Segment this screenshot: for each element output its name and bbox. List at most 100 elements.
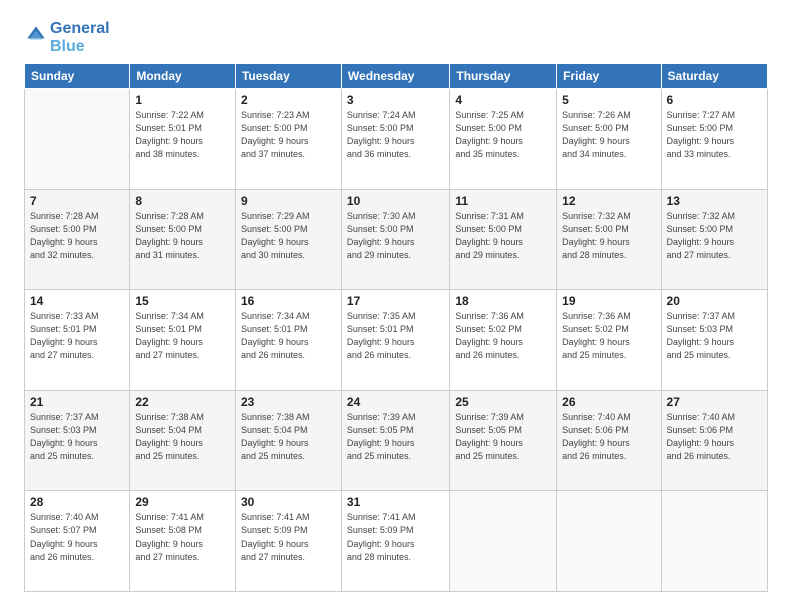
day-info: Sunrise: 7:37 AM Sunset: 5:03 PM Dayligh… xyxy=(667,310,762,362)
day-number: 6 xyxy=(667,93,762,107)
day-info: Sunrise: 7:41 AM Sunset: 5:09 PM Dayligh… xyxy=(241,511,336,563)
calendar-cell: 27Sunrise: 7:40 AM Sunset: 5:06 PM Dayli… xyxy=(661,390,767,491)
calendar-cell xyxy=(661,491,767,592)
calendar-cell: 17 Sunrise: 7:35 AM Sunset: 5:01 PM Dayli… xyxy=(341,290,449,391)
day-info: Sunrise: 7:34 AM Sunset: 5:01 PM Dayligh… xyxy=(135,310,230,362)
day-info: Sunrise: 7:29 AM Sunset: 5:00 PM Dayligh… xyxy=(241,210,336,262)
day-info: Sunrise: 7:23 AM Sunset: 5:00 PM Dayligh… xyxy=(241,109,336,161)
day-info: Sunrise: 7:39 AM Sunset: 5:05 PM Dayligh… xyxy=(347,411,444,463)
day-number: 17 xyxy=(347,294,444,308)
calendar-table: Sunday Monday Tuesday Wednesday Thursday… xyxy=(24,63,768,592)
day-number: 13 xyxy=(667,194,762,208)
calendar-cell: 13 Sunrise: 7:32 AM Sunset: 5:00 PM Dayli… xyxy=(661,189,767,290)
calendar-page: General Blue Sunday Monday Tuesday Wedne… xyxy=(0,0,792,612)
day-info: Sunrise: 7:38 AM Sunset: 5:04 PM Dayligh… xyxy=(241,411,336,463)
calendar-cell: 12 Sunrise: 7:32 AM Sunset: 5:00 PM Dayli… xyxy=(557,189,661,290)
day-info: Sunrise: 7:38 AM Sunset: 5:04 PM Dayligh… xyxy=(135,411,230,463)
week-row-3: 21 Sunrise: 7:37 AM Sunset: 5:03 PM Dayli… xyxy=(25,390,768,491)
calendar-cell: 4 Sunrise: 7:25 AM Sunset: 5:00 PM Daylig… xyxy=(450,89,557,190)
day-number: 15 xyxy=(135,294,230,308)
day-info: Sunrise: 7:37 AM Sunset: 5:03 PM Dayligh… xyxy=(30,411,124,463)
day-number: 5 xyxy=(562,93,655,107)
calendar-cell: 26 Sunrise: 7:40 AM Sunset: 5:06 PM Dayli… xyxy=(557,390,661,491)
day-number: 18 xyxy=(455,294,551,308)
week-row-0: 1Sunrise: 7:22 AM Sunset: 5:01 PM Daylig… xyxy=(25,89,768,190)
day-info: Sunrise: 7:34 AM Sunset: 5:01 PM Dayligh… xyxy=(241,310,336,362)
calendar-cell: 20 Sunrise: 7:37 AM Sunset: 5:03 PM Dayli… xyxy=(661,290,767,391)
day-number: 9 xyxy=(241,194,336,208)
day-info: Sunrise: 7:30 AM Sunset: 5:00 PM Dayligh… xyxy=(347,210,444,262)
day-number: 8 xyxy=(135,194,230,208)
logo-text-general: General xyxy=(50,20,110,38)
day-info: Sunrise: 7:36 AM Sunset: 5:02 PM Dayligh… xyxy=(562,310,655,362)
day-info: Sunrise: 7:22 AM Sunset: 5:01 PM Dayligh… xyxy=(135,109,230,161)
day-info: Sunrise: 7:36 AM Sunset: 5:02 PM Dayligh… xyxy=(455,310,551,362)
calendar-cell: 30 Sunrise: 7:41 AM Sunset: 5:09 PM Dayli… xyxy=(235,491,341,592)
day-number: 26 xyxy=(562,395,655,409)
day-number: 12 xyxy=(562,194,655,208)
calendar-cell: 5 Sunrise: 7:26 AM Sunset: 5:00 PM Daylig… xyxy=(557,89,661,190)
day-number: 7 xyxy=(30,194,124,208)
calendar-cell: 24 Sunrise: 7:39 AM Sunset: 5:05 PM Dayli… xyxy=(341,390,449,491)
day-info: Sunrise: 7:32 AM Sunset: 5:00 PM Dayligh… xyxy=(667,210,762,262)
calendar-cell: 10 Sunrise: 7:30 AM Sunset: 5:00 PM Dayli… xyxy=(341,189,449,290)
day-number: 16 xyxy=(241,294,336,308)
week-row-2: 14 Sunrise: 7:33 AM Sunset: 5:01 PM Dayli… xyxy=(25,290,768,391)
calendar-cell: 25 Sunrise: 7:39 AM Sunset: 5:05 PM Dayli… xyxy=(450,390,557,491)
day-number: 3 xyxy=(347,93,444,107)
calendar-cell: 9 Sunrise: 7:29 AM Sunset: 5:00 PM Daylig… xyxy=(235,189,341,290)
day-number: 19 xyxy=(562,294,655,308)
day-info: Sunrise: 7:32 AM Sunset: 5:00 PM Dayligh… xyxy=(562,210,655,262)
calendar-cell: 8 Sunrise: 7:28 AM Sunset: 5:00 PM Daylig… xyxy=(130,189,236,290)
calendar-cell: 11Sunrise: 7:31 AM Sunset: 5:00 PM Dayli… xyxy=(450,189,557,290)
day-info: Sunrise: 7:40 AM Sunset: 5:06 PM Dayligh… xyxy=(562,411,655,463)
day-number: 31 xyxy=(347,495,444,509)
day-info: Sunrise: 7:27 AM Sunset: 5:00 PM Dayligh… xyxy=(667,109,762,161)
day-info: Sunrise: 7:33 AM Sunset: 5:01 PM Dayligh… xyxy=(30,310,124,362)
day-info: Sunrise: 7:39 AM Sunset: 5:05 PM Dayligh… xyxy=(455,411,551,463)
day-info: Sunrise: 7:24 AM Sunset: 5:00 PM Dayligh… xyxy=(347,109,444,161)
day-number: 25 xyxy=(455,395,551,409)
day-info: Sunrise: 7:28 AM Sunset: 5:00 PM Dayligh… xyxy=(30,210,124,262)
day-info: Sunrise: 7:25 AM Sunset: 5:00 PM Dayligh… xyxy=(455,109,551,161)
day-number: 22 xyxy=(135,395,230,409)
day-info: Sunrise: 7:40 AM Sunset: 5:06 PM Dayligh… xyxy=(667,411,762,463)
col-saturday: Saturday xyxy=(661,64,767,89)
calendar-cell: 28 Sunrise: 7:40 AM Sunset: 5:07 PM Dayli… xyxy=(25,491,130,592)
day-number: 11 xyxy=(455,194,551,208)
day-number: 4 xyxy=(455,93,551,107)
col-tuesday: Tuesday xyxy=(235,64,341,89)
day-info: Sunrise: 7:26 AM Sunset: 5:00 PM Dayligh… xyxy=(562,109,655,161)
week-row-4: 28 Sunrise: 7:40 AM Sunset: 5:07 PM Dayli… xyxy=(25,491,768,592)
day-number: 28 xyxy=(30,495,124,509)
day-info: Sunrise: 7:35 AM Sunset: 5:01 PM Dayligh… xyxy=(347,310,444,362)
col-sunday: Sunday xyxy=(25,64,130,89)
col-monday: Monday xyxy=(130,64,236,89)
calendar-cell: 1Sunrise: 7:22 AM Sunset: 5:01 PM Daylig… xyxy=(130,89,236,190)
day-number: 21 xyxy=(30,395,124,409)
day-info: Sunrise: 7:28 AM Sunset: 5:00 PM Dayligh… xyxy=(135,210,230,262)
col-thursday: Thursday xyxy=(450,64,557,89)
day-number: 10 xyxy=(347,194,444,208)
calendar-cell: 6 Sunrise: 7:27 AM Sunset: 5:00 PM Daylig… xyxy=(661,89,767,190)
day-number: 30 xyxy=(241,495,336,509)
day-number: 20 xyxy=(667,294,762,308)
calendar-cell xyxy=(25,89,130,190)
header-row: Sunday Monday Tuesday Wednesday Thursday… xyxy=(25,64,768,89)
calendar-cell: 18 Sunrise: 7:36 AM Sunset: 5:02 PM Dayli… xyxy=(450,290,557,391)
calendar-cell: 2 Sunrise: 7:23 AM Sunset: 5:00 PM Daylig… xyxy=(235,89,341,190)
col-friday: Friday xyxy=(557,64,661,89)
calendar-cell: 22 Sunrise: 7:38 AM Sunset: 5:04 PM Dayli… xyxy=(130,390,236,491)
calendar-cell: 16 Sunrise: 7:34 AM Sunset: 5:01 PM Dayli… xyxy=(235,290,341,391)
day-number: 23 xyxy=(241,395,336,409)
calendar-cell: 3 Sunrise: 7:24 AM Sunset: 5:00 PM Daylig… xyxy=(341,89,449,190)
day-number: 29 xyxy=(135,495,230,509)
day-info: Sunrise: 7:40 AM Sunset: 5:07 PM Dayligh… xyxy=(30,511,124,563)
calendar-cell: 19 Sunrise: 7:36 AM Sunset: 5:02 PM Dayli… xyxy=(557,290,661,391)
day-number: 2 xyxy=(241,93,336,107)
calendar-cell xyxy=(557,491,661,592)
day-number: 24 xyxy=(347,395,444,409)
day-number: 14 xyxy=(30,294,124,308)
calendar-cell: 23 Sunrise: 7:38 AM Sunset: 5:04 PM Dayli… xyxy=(235,390,341,491)
logo-icon xyxy=(26,25,46,45)
